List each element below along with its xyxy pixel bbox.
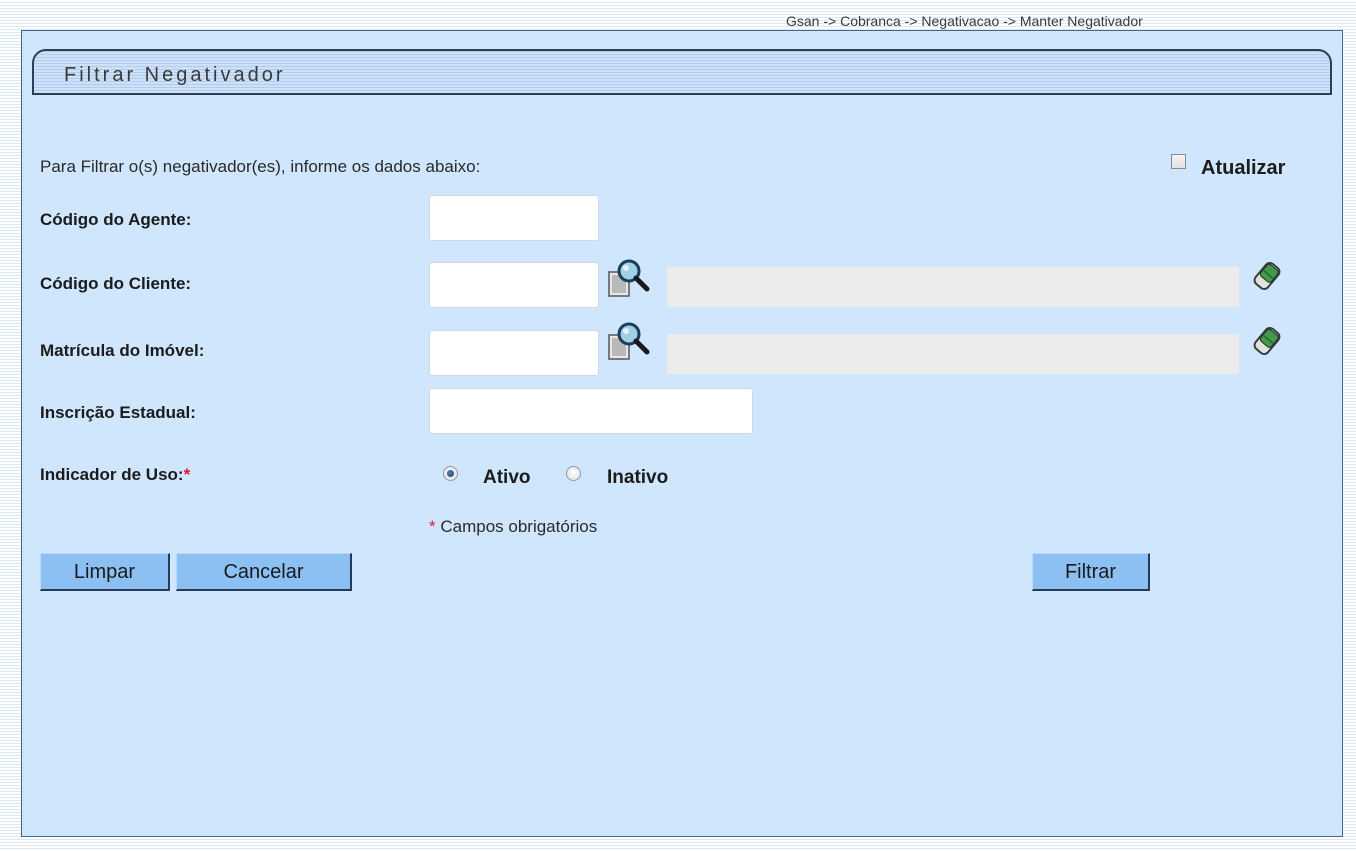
cancelar-button[interactable]: Cancelar xyxy=(176,553,352,591)
codigo-cliente-input[interactable] xyxy=(429,262,599,308)
cliente-description-field xyxy=(667,267,1239,307)
eraser-icon[interactable] xyxy=(1251,323,1283,364)
atualizar-label[interactable]: Atualizar xyxy=(1201,157,1285,180)
atualizar-checkbox[interactable] xyxy=(1171,154,1186,169)
matricula-imovel-input[interactable] xyxy=(429,330,599,376)
imovel-description-field xyxy=(667,334,1239,374)
inscricao-estadual-input[interactable] xyxy=(429,388,753,434)
required-note-text: Campos obrigatórios xyxy=(440,517,598,536)
indicador-uso-label: Indicador de Uso:* xyxy=(40,465,190,485)
indicador-uso-text: Indicador de Uso: xyxy=(40,465,184,484)
required-note-asterisk: * xyxy=(429,517,436,536)
inscricao-estadual-label: Inscrição Estadual: xyxy=(40,403,196,422)
intro-text: Para Filtrar o(s) negativador(es), infor… xyxy=(40,157,481,176)
inativo-label[interactable]: Inativo xyxy=(607,467,668,489)
required-note: * Campos obrigatórios xyxy=(429,517,597,537)
filtrar-button[interactable]: Filtrar xyxy=(1032,553,1150,591)
eraser-icon[interactable] xyxy=(1251,258,1283,299)
search-icon[interactable] xyxy=(607,321,663,368)
required-asterisk: * xyxy=(183,465,191,484)
codigo-agente-input[interactable] xyxy=(429,195,599,241)
breadcrumb: Gsan -> Cobranca -> Negativacao -> Mante… xyxy=(786,13,1143,29)
panel-title: Filtrar Negativador xyxy=(32,49,1332,95)
codigo-agente-label: Código do Agente: xyxy=(40,210,192,229)
codigo-cliente-label: Código do Cliente: xyxy=(40,274,192,293)
ativo-radio[interactable] xyxy=(443,466,458,481)
search-icon[interactable] xyxy=(607,258,663,305)
limpar-button[interactable]: Limpar xyxy=(40,553,170,591)
ativo-label[interactable]: Ativo xyxy=(483,467,531,489)
inativo-radio[interactable] xyxy=(566,466,581,481)
matricula-imovel-label: Matrícula do Imóvel: xyxy=(40,341,205,360)
